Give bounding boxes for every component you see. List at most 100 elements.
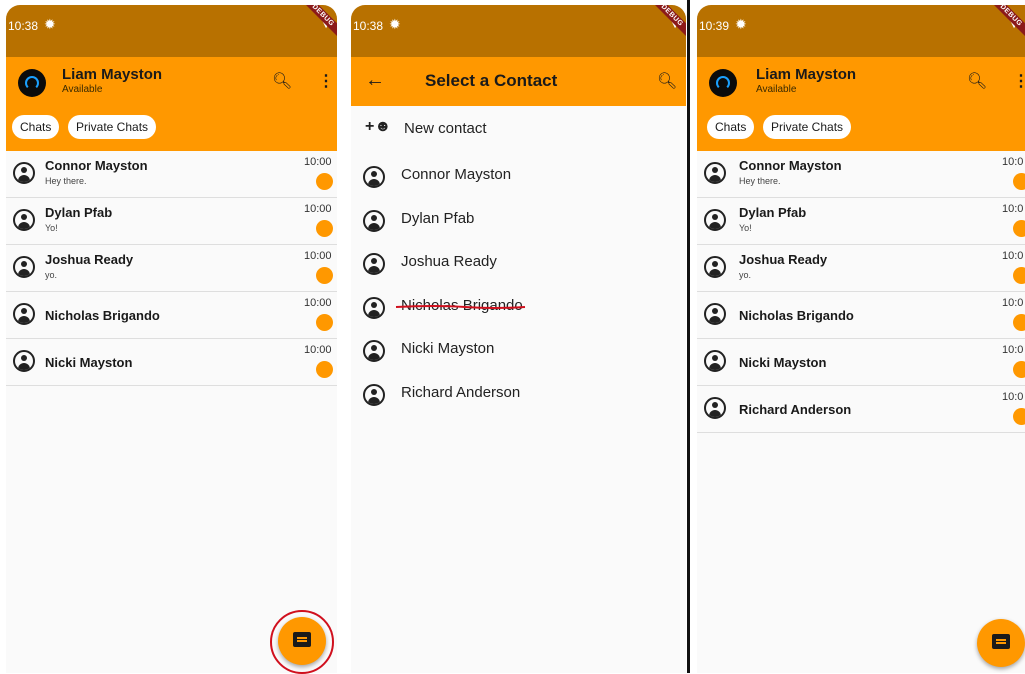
chat-time: 10:0 — [1002, 250, 1024, 262]
unread-badge — [1013, 173, 1025, 190]
chat-message: Hey there. — [45, 176, 87, 186]
chat-name: Nicholas Brigando — [739, 308, 854, 323]
unread-badge — [316, 220, 333, 237]
person-icon — [363, 166, 385, 188]
tab-private-chats[interactable]: Private Chats — [68, 115, 157, 139]
new-chat-fab[interactable] — [977, 619, 1025, 667]
contact-name: Dylan Pfab — [401, 209, 475, 227]
unread-badge — [1013, 267, 1025, 284]
tab-chats[interactable]: Chats — [12, 115, 60, 139]
person-icon — [13, 256, 35, 278]
person-icon — [13, 162, 35, 184]
screen-chats-after: 10:39 ✹ ▼ DEBUG Liam Mayston Available 🔍… — [697, 5, 1025, 673]
contact-name: Connor Mayston — [401, 166, 512, 183]
chat-row[interactable]: Nicholas Brigando 10:0 — [697, 292, 1025, 339]
chat-row[interactable]: Nicki Mayston 10:00 — [6, 339, 337, 386]
arrow-back-icon[interactable]: ← — [365, 69, 385, 92]
chat-row[interactable]: Richard Anderson 10:0 — [697, 386, 1025, 433]
panel-divider — [687, 0, 690, 673]
tab-private-chats[interactable]: Private Chats — [763, 115, 852, 139]
chat-row[interactable]: Nicholas Brigando 10:00 — [6, 292, 337, 339]
status-bar: 10:38 ✹ ▼ DEBUG — [351, 5, 686, 57]
gear-icon: ✹ — [44, 16, 56, 32]
chat-row[interactable]: Connor Mayston Hey there. 10:0 — [697, 151, 1025, 198]
chat-name: Dylan Pfab — [739, 205, 807, 220]
chat-name: Dylan Pfab — [45, 205, 113, 220]
status-bar: 10:39 ✹ ▼ DEBUG — [697, 5, 1025, 57]
chat-row[interactable]: Dylan Pfab Yo! 10:00 — [6, 198, 337, 245]
tab-bar: Chats Private Chats — [697, 107, 1025, 151]
person-icon — [704, 209, 726, 231]
user-name: Liam Mayston — [62, 66, 163, 83]
contact-item[interactable]: Nicki Mayston — [351, 328, 686, 372]
contact-item[interactable]: Richard Anderson — [351, 372, 686, 416]
person-icon — [704, 256, 726, 278]
unread-badge — [316, 267, 333, 284]
person-icon — [704, 303, 726, 325]
person-icon — [704, 397, 726, 419]
chat-row[interactable]: Joshua Ready yo. 10:00 — [6, 245, 337, 292]
unread-badge — [1013, 314, 1025, 331]
person-icon — [13, 303, 35, 325]
chat-name: Joshua Ready — [45, 252, 134, 267]
status-bar: 10:38 ✹ ▼ DEBUG — [6, 5, 337, 57]
status-time: 10:38 — [353, 19, 384, 33]
chat-message: Hey there. — [739, 176, 781, 186]
chat-row[interactable]: Connor Mayston Hey there. 10:00 — [6, 151, 337, 198]
chat-list: Connor Mayston Hey there. 10:00 Dylan Pf… — [6, 151, 337, 386]
user-info[interactable]: Liam Mayston Available — [62, 66, 162, 96]
chat-time: 10:0 — [1002, 297, 1024, 309]
person-icon — [363, 383, 385, 406]
chat-row[interactable]: Nicki Mayston 10:0 — [697, 339, 1025, 386]
unread-badge — [316, 361, 333, 378]
unread-badge — [1013, 220, 1025, 237]
contact-item[interactable]: Dylan Pfab — [351, 198, 686, 242]
chat-name: Connor Mayston — [45, 158, 148, 173]
chat-time: 10:00 — [304, 203, 332, 215]
unread-badge — [1013, 408, 1025, 425]
page-title: Select a Contact — [425, 71, 558, 90]
app-bar: Liam Mayston Available 🔍︎ ⋮ — [6, 57, 337, 107]
contact-item[interactable]: Connor Mayston — [351, 154, 686, 198]
gear-icon: ✹ — [735, 16, 747, 32]
screen-chats-before: 10:38 ✹ ▼ DEBUG Liam Mayston Available 🔍… — [6, 5, 337, 673]
chat-name: Nicki Mayston — [739, 355, 827, 370]
status-time: 10:39 — [699, 19, 730, 33]
app-bar: ← Select a Contact 🔍︎ — [351, 57, 686, 106]
contact-name: Richard Anderson — [401, 383, 521, 401]
contact-list: +☻ New contact Connor Mayston Dylan Pfab… — [351, 106, 686, 415]
user-info[interactable]: Liam Mayston Available — [756, 66, 856, 96]
search-icon[interactable]: 🔍︎ — [657, 71, 677, 91]
contact-item[interactable]: Joshua Ready — [351, 241, 686, 285]
new-contact-label: New contact — [404, 120, 487, 137]
chat-row[interactable]: Dylan Pfab Yo! 10:0 — [697, 198, 1025, 245]
more-vert-icon[interactable]: ⋮ — [318, 71, 334, 91]
chat-list: Connor Mayston Hey there. 10:0 Dylan Pfa… — [697, 151, 1025, 433]
chat-message: yo. — [45, 270, 58, 280]
chat-name: Nicholas Brigando — [45, 308, 160, 323]
search-icon[interactable]: 🔍︎ — [967, 71, 987, 91]
person-icon — [704, 350, 726, 372]
chat-name: Connor Mayston — [739, 158, 842, 173]
chat-row[interactable]: Joshua Ready yo. 10:0 — [697, 245, 1025, 292]
app-logo — [709, 69, 737, 97]
chat-message: yo. — [739, 270, 752, 280]
app-bar: Liam Mayston Available 🔍︎ ⋮ — [697, 57, 1025, 107]
contact-name: Nicki Mayston — [401, 340, 495, 357]
tab-chats[interactable]: Chats — [707, 115, 755, 139]
app-logo — [18, 69, 46, 97]
status-time: 10:38 — [8, 19, 39, 33]
chat-time: 10:00 — [304, 344, 332, 356]
chat-time: 10:00 — [304, 156, 332, 168]
chat-name: Richard Anderson — [739, 402, 852, 417]
person-icon — [13, 209, 35, 231]
chat-time: 10:0 — [1002, 344, 1024, 356]
person-icon — [363, 340, 385, 362]
annotation-underline — [395, 305, 526, 309]
search-icon[interactable]: 🔍︎ — [272, 71, 292, 91]
new-contact-item[interactable]: +☻ New contact — [351, 106, 686, 154]
more-vert-icon[interactable]: ⋮ — [1013, 71, 1025, 91]
user-status: Available — [62, 84, 103, 95]
unread-badge — [316, 173, 333, 190]
chat-message: Yo! — [45, 223, 58, 233]
